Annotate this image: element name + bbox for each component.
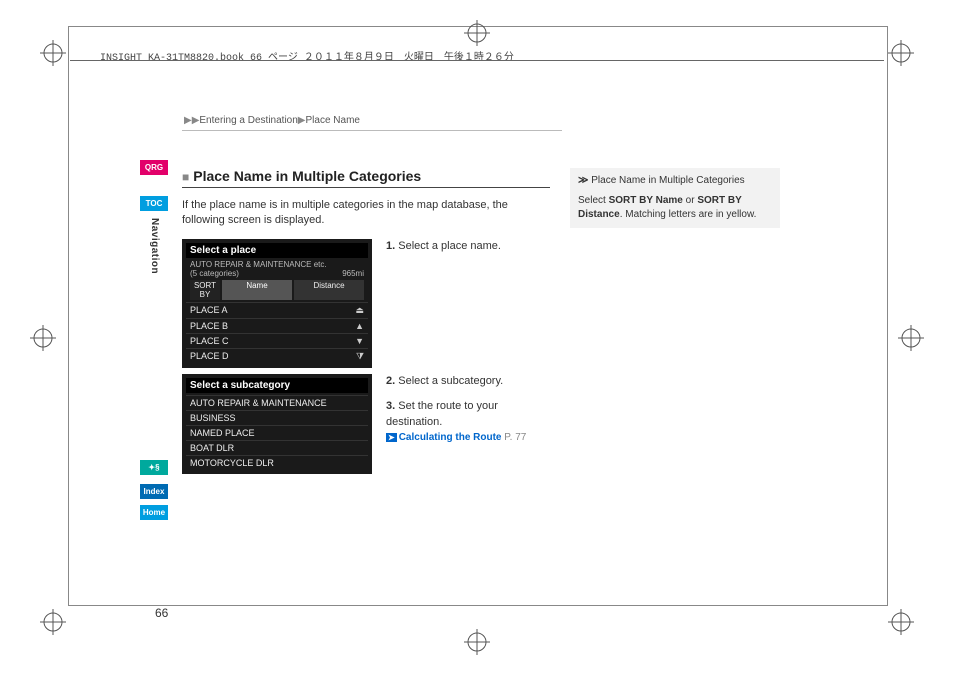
crop-mark-icon xyxy=(888,40,914,66)
tab-index[interactable]: Index xyxy=(140,484,168,499)
screenshot-title: Select a place xyxy=(186,243,368,258)
list-item: PLACE B xyxy=(190,321,228,331)
screenshot-select-place: Select a place AUTO REPAIR & MAINTENANCE… xyxy=(182,239,372,368)
section-title: ■ Place Name in Multiple Categories xyxy=(182,168,550,188)
intro-text: If the place name is in multiple categor… xyxy=(182,198,550,229)
step-text: Set the route to your destination. xyxy=(386,400,498,427)
tab-voice[interactable]: ✦§ xyxy=(140,460,168,475)
tab-toc[interactable]: TOC xyxy=(140,196,168,211)
sort-label: SORT BY xyxy=(190,280,220,300)
step-3: 3. Set the route to your destination. ➤C… xyxy=(386,399,550,445)
crop-mark-icon xyxy=(40,609,66,635)
tab-qrg[interactable]: QRG xyxy=(140,160,168,175)
breadcrumb: ▶▶Entering a Destination▶Place Name xyxy=(184,115,360,126)
screenshot-subtext: AUTO REPAIR & MAINTENANCE etc. xyxy=(190,260,327,269)
list-item: PLACE A xyxy=(190,305,228,316)
page-number: 66 xyxy=(155,606,168,620)
list-item: NAMED PLACE xyxy=(190,428,255,438)
list-item: BUSINESS xyxy=(190,413,236,423)
tab-home[interactable]: Home xyxy=(140,505,168,520)
step-text: Select a subcategory. xyxy=(395,375,503,387)
list-item: PLACE D xyxy=(190,351,229,362)
link-label: Calculating the Route xyxy=(399,432,502,443)
scroll-top-icon: ⏏ xyxy=(355,305,364,316)
step-1: 1. Select a place name. xyxy=(386,239,550,254)
square-bullet-icon: ■ xyxy=(182,170,189,184)
sidebar-note: ≫ Place Name in Multiple Categories Sele… xyxy=(570,168,780,228)
scroll-down-icon: ▼ xyxy=(355,336,364,346)
list-item: AUTO REPAIR & MAINTENANCE xyxy=(190,398,327,408)
triangle-icon: ▶ xyxy=(298,115,306,126)
section-label-navigation: Navigation xyxy=(149,218,160,274)
sidebar-title-text: Place Name in Multiple Categories xyxy=(591,175,744,186)
screenshot-title: Select a subcategory xyxy=(186,378,368,393)
note-icon: ≫ xyxy=(578,175,591,186)
section-title-text: Place Name in Multiple Categories xyxy=(193,168,421,184)
link-icon: ➤ xyxy=(386,433,397,442)
crop-mark-icon xyxy=(898,325,924,351)
list-item: PLACE C xyxy=(190,336,229,346)
list-item: BOAT DLR xyxy=(190,443,234,453)
triangle-icon: ▶▶ xyxy=(184,115,199,126)
scroll-up-icon: ▲ xyxy=(355,321,364,331)
tab-distance: Distance xyxy=(294,280,364,300)
crop-mark-icon xyxy=(40,40,66,66)
sidebar-text: Select SORT BY Name or SORT BY Distance.… xyxy=(578,194,772,222)
step-2: 2. Select a subcategory. xyxy=(386,374,550,389)
step-number: 2. xyxy=(386,375,395,387)
crop-mark-icon xyxy=(464,629,490,655)
list-item: MOTORCYCLE DLR xyxy=(190,458,274,468)
tab-name: Name xyxy=(222,280,292,300)
sidebar-title: ≫ Place Name in Multiple Categories xyxy=(578,174,772,188)
crop-mark-icon xyxy=(464,20,490,46)
document-header: INSIGHT_KA-31TM8820.book 66 ページ ２０１１年８月９… xyxy=(100,48,514,64)
scroll-bottom-icon: ⧩ xyxy=(356,351,364,362)
header-rule xyxy=(70,60,884,61)
link-page: P. 77 xyxy=(504,432,526,443)
step-text: Select a place name. xyxy=(395,240,501,252)
screenshot-categories: (5 categories) xyxy=(190,269,239,278)
crop-mark-icon xyxy=(888,609,914,635)
crop-mark-icon xyxy=(30,325,56,351)
step-number: 1. xyxy=(386,240,395,252)
breadcrumb-part: Place Name xyxy=(306,115,360,126)
breadcrumb-part: Entering a Destination xyxy=(199,115,297,126)
step-number: 3. xyxy=(386,400,395,412)
main-content: ■ Place Name in Multiple Categories If th… xyxy=(182,168,550,480)
cross-reference-link[interactable]: ➤Calculating the Route P. 77 xyxy=(386,432,526,443)
screenshot-distance: 965mi xyxy=(342,269,364,278)
screenshot-select-subcategory: Select a subcategory AUTO REPAIR & MAINT… xyxy=(182,374,372,474)
breadcrumb-rule xyxy=(182,130,562,131)
